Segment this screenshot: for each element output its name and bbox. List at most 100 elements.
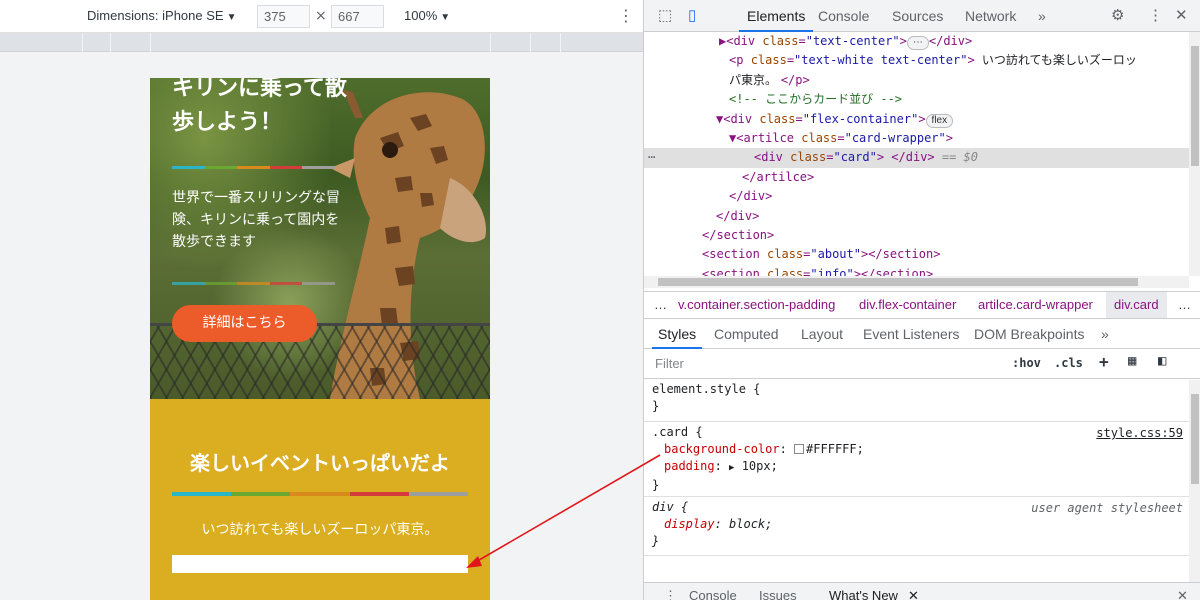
close-icon[interactable]: ✕ — [908, 588, 919, 600]
rule-source-link[interactable]: style.css:59 — [1096, 425, 1183, 442]
drawer-tab-issues[interactable]: Issues — [759, 588, 797, 600]
dom-node[interactable]: <section class="info"></section> — [644, 265, 1189, 276]
dom-node[interactable]: <section class="about"></section> — [644, 245, 1189, 264]
dom-node[interactable]: ▼<div class="flex-container"> flex — [644, 110, 1189, 129]
property-name: padding — [664, 459, 715, 473]
ruler-segment — [150, 33, 151, 52]
hover-state-toggle[interactable]: :hov — [1012, 356, 1041, 370]
property-value[interactable]: 10px; — [742, 459, 778, 473]
rule-card[interactable]: .card { style.css:59 background-color: #… — [644, 423, 1189, 497]
breadcrumb-item[interactable]: div.flex-container — [859, 292, 956, 318]
rule-element-style[interactable]: element.style { } — [644, 380, 1189, 422]
dom-token-tag: ></section> — [860, 247, 941, 262]
hero-section: キリンに乗って散歩しよう！ 世界で一番スリリングな冒険、キリンに乗って園内を散歩… — [150, 78, 490, 399]
dom-node[interactable]: <!-- ここからカード並び --> — [644, 90, 1189, 109]
styles-toolbar: Filter :hov .cls + ▦ ◧ — [644, 349, 1200, 379]
dom-token-tag: <p — [729, 53, 751, 68]
styles-scrollbar[interactable] — [1189, 380, 1200, 582]
dom-node[interactable]: </div> — [644, 187, 1189, 206]
drawer-menu-icon[interactable]: ⋮ — [664, 588, 677, 600]
dom-token-attr: class — [762, 34, 799, 48]
dom-tree[interactable]: ▶<div class="text-center"> ⋯ </div> <p clas… — [644, 32, 1189, 276]
class-toggle[interactable]: .cls — [1054, 356, 1083, 370]
drawer-tab-whats-new[interactable]: What's New — [829, 588, 898, 600]
rule-div-user-agent[interactable]: div { user agent stylesheet display: blo… — [644, 498, 1189, 556]
dom-node[interactable]: </artilce> — [644, 168, 1189, 187]
zoom-select[interactable]: 100% ▼ — [404, 8, 450, 23]
tab-network[interactable]: Network — [965, 0, 1016, 32]
color-swatch[interactable] — [794, 444, 805, 454]
dom-token-attr: class — [801, 130, 838, 145]
dom-node[interactable]: ▼<artilce class="card-wrapper"> — [644, 129, 1189, 148]
paint-icon[interactable]: ▦ — [1128, 353, 1136, 369]
dom-token-txt: パ東京。 — [729, 72, 781, 87]
new-rule-icon[interactable]: + — [1099, 352, 1109, 371]
device-viewport: キリンに乗って散歩しよう！ 世界で一番スリリングな冒険、キリンに乗って園内を散歩… — [150, 78, 490, 600]
subtab-layout[interactable]: Layout — [801, 319, 843, 349]
dom-node[interactable]: </section> — [644, 226, 1189, 245]
dom-node[interactable]: ▶<div class="text-center"> ⋯ </div> — [644, 32, 1189, 51]
subtab-computed[interactable]: Computed — [714, 319, 779, 349]
breadcrumb-more[interactable]: … — [654, 292, 667, 318]
scrollbar-thumb[interactable] — [1191, 394, 1199, 484]
dom-token-attr: class — [750, 53, 787, 68]
dom-node-selected[interactable]: ⋯ <div class="card"> </div> == $0 — [644, 148, 1189, 168]
dom-node[interactable]: </div> — [644, 207, 1189, 226]
drawer-tab-console[interactable]: Console — [689, 588, 737, 600]
sidebar-toggle-icon[interactable]: ◧ — [1158, 353, 1166, 369]
dom-token-pill[interactable]: ⋯ — [906, 36, 929, 50]
expand-triangle-icon[interactable]: ▶ — [729, 463, 734, 473]
close-icon[interactable]: ✕ — [1175, 6, 1188, 24]
property-value[interactable]: #FFFFFF; — [806, 442, 864, 456]
dom-token-tag: <section — [702, 247, 768, 262]
inspect-element-icon[interactable]: ⬚ — [658, 6, 672, 24]
dom-token-tag: > — [899, 34, 907, 48]
ruler-segment — [82, 33, 83, 52]
subtab-event-listeners[interactable]: Event Listeners — [863, 319, 960, 349]
device-width-input[interactable]: 375 — [257, 5, 310, 28]
dom-vertical-scrollbar[interactable] — [1189, 32, 1200, 276]
tab-elements[interactable]: Elements — [739, 0, 814, 32]
styles-filter-input[interactable]: Filter — [648, 352, 1000, 376]
scrollbar-thumb[interactable] — [658, 278, 1138, 286]
dom-node[interactable]: <p class="text-white text-center"> いつ訪れて… — [644, 51, 1189, 70]
breadcrumb-item[interactable]: v.container.section-padding — [678, 292, 835, 318]
subtab-dom-breakpoints[interactable]: DOM Breakpoints — [974, 319, 1084, 349]
styles-subtabs: Styles Computed Layout Event Listeners D… — [644, 319, 1200, 349]
subtab-styles[interactable]: Styles — [652, 319, 703, 349]
events-text: いつ訪れても楽しいズーロッパ東京。 — [201, 522, 439, 538]
property-background-color[interactable]: background-color: #FFFFFF; — [652, 441, 1181, 458]
property-name: background-color — [664, 442, 780, 456]
tab-console[interactable]: Console — [818, 0, 869, 32]
scrollbar-thumb[interactable] — [1191, 46, 1199, 166]
media-query-ruler[interactable] — [0, 33, 643, 52]
breadcrumb-more[interactable]: … — [1178, 292, 1191, 318]
node-actions-icon[interactable]: ⋯ — [648, 148, 655, 167]
close-icon[interactable]: ✕ — [1177, 588, 1188, 600]
dom-node[interactable]: パ東京。 </p> — [644, 71, 1189, 90]
breadcrumb-item-selected[interactable]: div.card — [1106, 292, 1167, 318]
dom-token-dim: == $0 — [934, 150, 978, 165]
dom-token-val: "card" — [833, 150, 877, 165]
rule-close: } — [652, 534, 660, 548]
device-height-input[interactable]: 667 — [331, 5, 384, 28]
more-subtabs-icon[interactable]: » — [1101, 319, 1109, 349]
dom-token-tag: ▼<artilce — [729, 130, 802, 145]
dom-token-val: "card-wrapper" — [844, 130, 946, 145]
property-value: block; — [729, 517, 773, 531]
dom-token-tag: ▶<div — [719, 34, 763, 48]
gear-icon[interactable]: ⚙ — [1111, 6, 1124, 24]
devtools-tabbar: ⬚ ▯ Elements Console Sources Network » ⚙… — [644, 0, 1200, 32]
details-button[interactable]: 詳細はこちら — [172, 305, 317, 342]
breadcrumb-item[interactable]: artilce.card-wrapper — [978, 292, 1093, 318]
dom-horizontal-scrollbar[interactable] — [644, 276, 1189, 288]
more-options-icon[interactable]: ⋮ — [1148, 6, 1163, 24]
device-toggle-icon[interactable]: ▯ — [688, 6, 696, 24]
device-dimensions-select[interactable]: Dimensions: iPhone SE ▼ — [87, 8, 236, 23]
device-dimensions-label: Dimensions: iPhone SE — [87, 8, 224, 23]
dom-token-pill[interactable]: flex — [925, 113, 954, 128]
more-tabs-icon[interactable]: » — [1038, 0, 1046, 32]
tab-sources[interactable]: Sources — [892, 0, 943, 32]
property-padding[interactable]: padding: ▶ 10px; — [652, 458, 1181, 477]
more-options-icon[interactable]: ⋮ — [618, 6, 634, 25]
